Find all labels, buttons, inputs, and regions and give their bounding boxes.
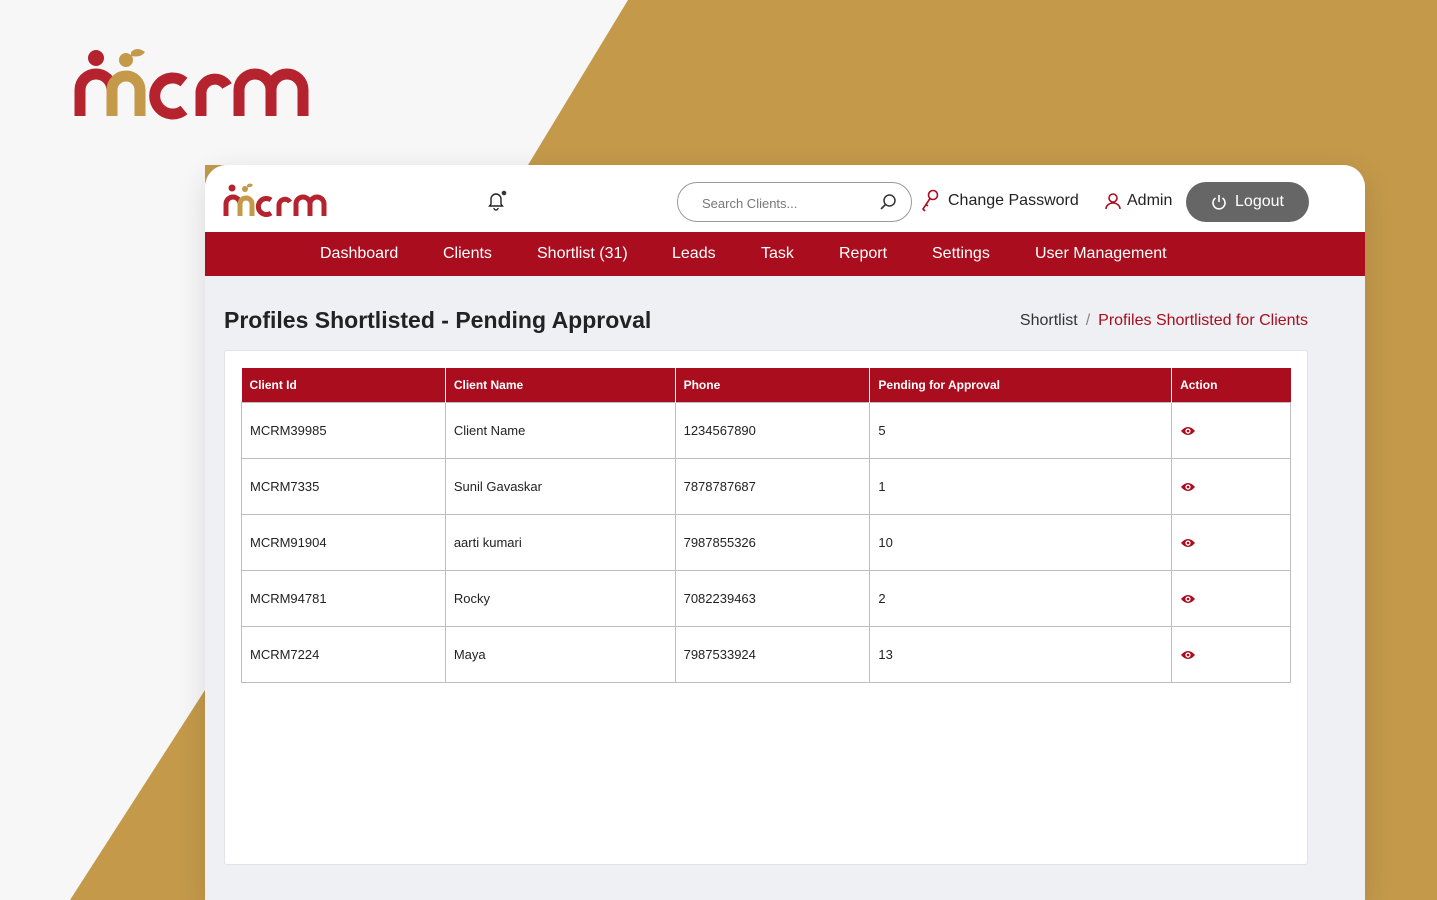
key-icon <box>921 189 939 212</box>
cell-action <box>1171 569 1291 627</box>
nav-user-management[interactable]: User Management <box>1035 232 1167 276</box>
content-card: Client Id Client Name Phone Pending for … <box>224 350 1308 865</box>
logout-label: Logout <box>1235 193 1284 210</box>
cell-client-id: MCRM7224 <box>241 625 446 683</box>
table-row: MCRM39985 Client Name 1234567890 5 <box>241 401 1291 459</box>
cell-phone: 1234567890 <box>674 401 871 459</box>
cell-pending: 10 <box>869 513 1173 571</box>
breadcrumb-current: Profiles Shortlisted for Clients <box>1098 312 1308 329</box>
cell-pending: 2 <box>869 569 1173 627</box>
breadcrumb-parent[interactable]: Shortlist <box>1020 312 1078 330</box>
cell-action <box>1171 401 1291 459</box>
cell-client-id: MCRM7335 <box>241 457 446 515</box>
user-menu[interactable]: Admin <box>1103 189 1172 213</box>
cell-client-id: MCRM91904 <box>241 513 446 571</box>
nav-settings[interactable]: Settings <box>932 232 990 276</box>
cell-client-name: Sunil Gavaskar <box>444 457 676 515</box>
shortlist-table: Client Id Client Name Phone Pending for … <box>241 368 1291 683</box>
table-header-row: Client Id Client Name Phone Pending for … <box>241 368 1291 402</box>
eye-icon[interactable] <box>1180 481 1196 493</box>
top-header: Change Password Admin Logout <box>205 165 1365 232</box>
cell-client-name: Rocky <box>444 569 676 627</box>
search-box <box>677 182 912 222</box>
nav-shortlist[interactable]: Shortlist (31) <box>537 232 628 276</box>
search-icon[interactable] <box>879 193 897 211</box>
user-icon <box>1105 193 1121 210</box>
app-logo[interactable] <box>223 183 333 219</box>
column-header-action: Action <box>1171 368 1291 402</box>
eye-icon[interactable] <box>1180 649 1196 661</box>
column-header-client-id[interactable]: Client Id <box>241 368 446 402</box>
cell-phone: 7987855326 <box>674 513 871 571</box>
breadcrumb-separator: / <box>1085 312 1091 329</box>
column-header-pending[interactable]: Pending for Approval <box>869 368 1172 402</box>
cell-pending: 1 <box>869 457 1173 515</box>
change-password-label: Change Password <box>948 192 1079 209</box>
table-row: MCRM91904 aarti kumari 7987855326 10 <box>241 513 1291 571</box>
cell-pending: 5 <box>869 401 1173 459</box>
brand-logo <box>74 49 309 120</box>
eye-icon[interactable] <box>1180 537 1196 549</box>
app-window: Change Password Admin Logout Dashboard C… <box>205 165 1365 900</box>
eye-icon[interactable] <box>1180 593 1196 605</box>
table-row: MCRM94781 Rocky 7082239463 2 <box>241 569 1291 627</box>
column-header-phone[interactable]: Phone <box>674 368 870 402</box>
cell-pending: 13 <box>869 625 1173 683</box>
cell-phone: 7987533924 <box>674 625 871 683</box>
nav-clients[interactable]: Clients <box>443 232 492 276</box>
power-icon <box>1212 195 1226 210</box>
notification-bell-icon[interactable] <box>485 189 507 211</box>
nav-task[interactable]: Task <box>761 232 794 276</box>
cell-action <box>1171 457 1291 515</box>
main-nav: Dashboard Clients Shortlist (31) Leads T… <box>205 232 1365 276</box>
cell-client-id: MCRM39985 <box>241 401 446 459</box>
column-header-client-name[interactable]: Client Name <box>444 368 676 402</box>
cell-client-name: Maya <box>444 625 676 683</box>
cell-client-id: MCRM94781 <box>241 569 446 627</box>
cell-action <box>1171 513 1291 571</box>
eye-icon[interactable] <box>1180 425 1196 437</box>
table-row: MCRM7335 Sunil Gavaskar 7878787687 1 <box>241 457 1291 515</box>
nav-dashboard[interactable]: Dashboard <box>320 232 398 276</box>
nav-report[interactable]: Report <box>839 232 887 276</box>
logout-button[interactable]: Logout <box>1186 182 1309 222</box>
page-title: Profiles Shortlisted - Pending Approval <box>224 307 652 333</box>
cell-client-name: aarti kumari <box>444 513 676 571</box>
search-input[interactable] <box>702 192 872 214</box>
cell-phone: 7878787687 <box>674 457 871 515</box>
breadcrumb: Shortlist / Profiles Shortlisted for Cli… <box>1020 312 1308 330</box>
cell-client-name: Client Name <box>444 401 676 459</box>
table-row: MCRM7224 Maya 7987533924 13 <box>241 625 1291 683</box>
nav-leads[interactable]: Leads <box>672 232 716 276</box>
cell-phone: 7082239463 <box>674 569 871 627</box>
user-name: Admin <box>1127 192 1173 209</box>
cell-action <box>1171 625 1291 683</box>
change-password-link[interactable]: Change Password <box>920 189 1079 213</box>
